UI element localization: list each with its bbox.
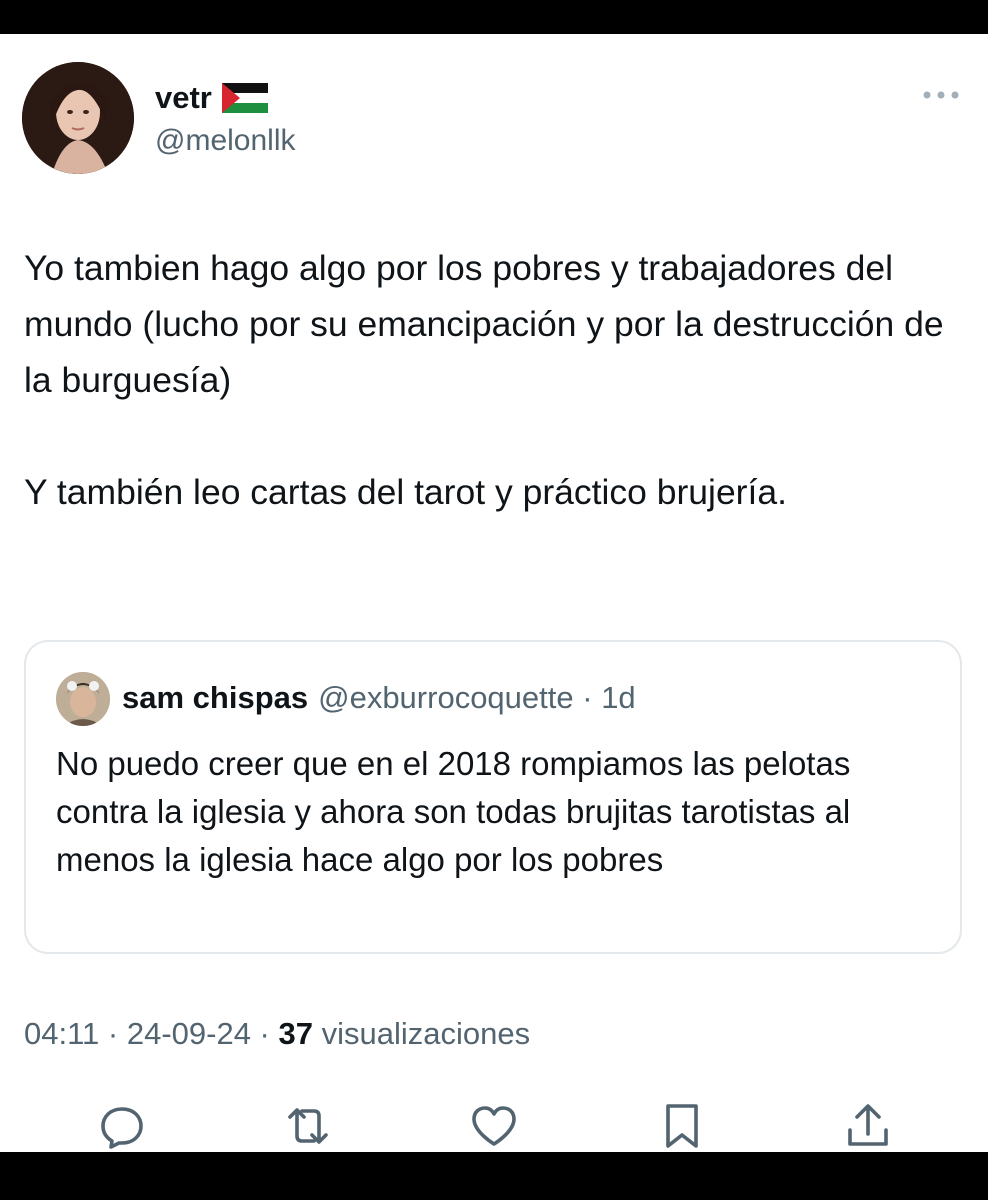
views-count: 37 xyxy=(278,1016,313,1051)
reply-icon[interactable] xyxy=(96,1100,148,1152)
author-name-row[interactable]: vetr xyxy=(155,80,268,116)
quoted-text: No puedo creer que en el 2018 rompiamos … xyxy=(56,745,851,878)
retweet-icon[interactable] xyxy=(282,1100,334,1152)
tweet-time: 04:11 xyxy=(24,1016,100,1051)
author-avatar[interactable] xyxy=(22,62,134,174)
author-name: vetr xyxy=(155,80,212,115)
palestine-flag-icon xyxy=(221,83,268,113)
more-options-icon[interactable] xyxy=(918,80,964,110)
quoted-tweet[interactable]: sam chispas @exburrocoquette · 1d No pued… xyxy=(24,640,962,954)
separator-dot: · xyxy=(250,1016,279,1051)
separator-dot: · xyxy=(99,1016,127,1051)
tweet-paragraph: Y también leo cartas del tarot y práctic… xyxy=(24,472,787,512)
views-label: visualizaciones xyxy=(321,1016,531,1051)
quoted-author-handle[interactable]: @exburrocoquette xyxy=(318,680,574,715)
tweet-text: Yo tambien hago algo por los pobres y tr… xyxy=(24,240,964,520)
tweet-meta: 04:11 · 24-09-24 · 37 visualizaciones xyxy=(24,1016,530,1052)
separator-dot: · xyxy=(573,680,602,715)
quoted-author-name[interactable]: sam chispas xyxy=(122,680,308,715)
bottom-bar xyxy=(0,1152,988,1200)
quoted-author-avatar[interactable] xyxy=(56,672,110,726)
quoted-age: 1d xyxy=(601,680,636,715)
share-icon[interactable] xyxy=(842,1100,894,1152)
tweet-screen: vetr @melonllk Yo tambien hago algo por … xyxy=(0,34,988,1152)
quoted-header: sam chispas @exburrocoquette · 1d xyxy=(122,680,636,716)
tweet-paragraph: Yo tambien hago algo por los pobres y tr… xyxy=(24,248,944,400)
like-icon[interactable] xyxy=(468,1100,520,1152)
author-handle[interactable]: @melonllk xyxy=(155,124,296,158)
bookmark-icon[interactable] xyxy=(656,1100,708,1152)
tweet-date: 24-09-24 xyxy=(126,1016,251,1051)
